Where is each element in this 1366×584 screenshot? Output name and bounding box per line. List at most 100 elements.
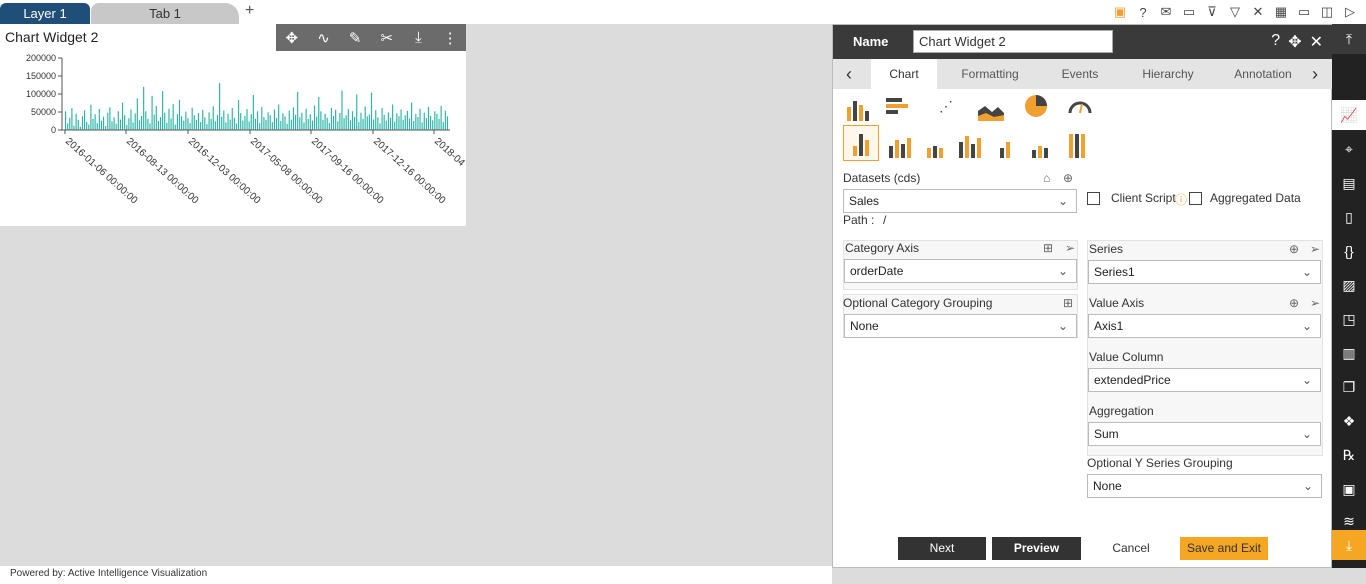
chart-bar[interactable] [354, 117, 356, 130]
edit-icon[interactable]: ✎ [344, 29, 366, 47]
chart-bar[interactable] [248, 121, 250, 130]
chart-bar[interactable] [166, 122, 168, 130]
chart-bar[interactable] [425, 118, 427, 130]
chart-bar[interactable] [117, 111, 119, 130]
chart-bar[interactable] [134, 113, 136, 130]
chart-bar[interactable] [235, 123, 238, 130]
chart-bar[interactable] [347, 109, 349, 130]
chart-bar[interactable] [73, 125, 75, 130]
collapse-up-icon[interactable]: ⤒ [1332, 24, 1366, 54]
gauge-chart-type-icon[interactable] [1065, 91, 1095, 121]
chart-bar[interactable] [254, 118, 257, 130]
aggregated-data-checkbox[interactable] [1189, 192, 1202, 205]
chart-bar[interactable] [244, 115, 246, 130]
pie-chart-type-icon[interactable] [1021, 91, 1051, 121]
chart-bar[interactable] [223, 110, 225, 130]
mixed-column-type-icon[interactable] [990, 128, 1020, 158]
chart-bar[interactable] [366, 116, 368, 130]
chart-bar[interactable] [140, 115, 143, 130]
chart-bar[interactable] [238, 100, 240, 130]
scatter-chart-type-icon[interactable]: ⋰ [931, 91, 961, 121]
chart-bar[interactable] [149, 123, 151, 130]
chart-bar[interactable] [328, 123, 330, 130]
chart-bar[interactable] [349, 120, 351, 130]
filter-icon[interactable]: ▽ [1227, 4, 1243, 20]
map-icon[interactable]: ⌖ [1332, 134, 1366, 164]
hierarchy-icon[interactable]: ⊞ [1063, 296, 1073, 310]
image-icon[interactable]: ▨ [1332, 270, 1366, 300]
chart-bar[interactable] [193, 115, 195, 130]
clustered-column-type-icon[interactable] [920, 128, 950, 158]
chart-bar[interactable] [442, 122, 444, 130]
chart-bar[interactable] [427, 106, 430, 130]
add-series-icon[interactable]: ⊕ [1289, 242, 1299, 256]
chart-bar[interactable] [318, 96, 320, 130]
chart-bar[interactable] [259, 123, 261, 130]
save-and-exit-button[interactable]: Save and Exit [1180, 537, 1268, 560]
help-icon[interactable]: ? [1135, 4, 1151, 20]
chart-bar[interactable] [252, 95, 254, 130]
bar-chart-type-icon[interactable] [886, 91, 916, 121]
document-icon[interactable]: ▯ [1332, 202, 1366, 232]
chart-bar[interactable] [115, 123, 117, 130]
chart-bar[interactable] [185, 111, 187, 130]
chart-bar[interactable] [138, 120, 141, 130]
tab-layer-1[interactable]: Layer 1 [0, 3, 90, 24]
filter-clear-icon[interactable]: ⊽ [1204, 4, 1220, 20]
chart-bar[interactable] [432, 120, 434, 130]
chart-bar[interactable] [301, 112, 303, 130]
chart-bar[interactable] [364, 106, 366, 130]
move-icon[interactable]: ✥ [281, 29, 303, 47]
chart-bar[interactable] [282, 113, 284, 130]
chart-bar[interactable] [307, 118, 309, 130]
save-icon[interactable]: ▣ [1112, 4, 1128, 20]
chart-bar[interactable] [288, 110, 290, 130]
download-icon[interactable]: ⤓ [407, 29, 429, 46]
more-icon[interactable]: ⋮ [439, 29, 461, 47]
chart-bar[interactable] [265, 119, 267, 130]
code-icon[interactable]: {} [1332, 236, 1366, 266]
chart-bar[interactable] [330, 108, 333, 130]
hierarchy-icon[interactable]: ⊞ [1043, 241, 1053, 255]
chart-bar[interactable] [65, 111, 67, 130]
tab-annotation[interactable]: Annotation [1225, 59, 1301, 89]
chart-bar[interactable] [147, 118, 149, 130]
chart-bar[interactable] [206, 124, 208, 130]
chart-bar[interactable] [387, 112, 389, 130]
chart-bar[interactable] [246, 109, 248, 130]
chart-bar[interactable] [83, 110, 86, 130]
chart-bar[interactable] [379, 123, 381, 130]
chart-bar[interactable] [100, 120, 103, 130]
chart-bar[interactable] [404, 115, 406, 130]
move-icon[interactable]: ✥ [1288, 32, 1301, 52]
chart-bar[interactable] [316, 116, 318, 130]
chart-bar[interactable] [415, 114, 417, 130]
chart-bar[interactable] [370, 92, 373, 130]
client-script-checkbox[interactable] [1087, 192, 1100, 205]
chart-bar[interactable] [102, 116, 105, 130]
download-icon[interactable]: ⤓ [1332, 530, 1366, 560]
category-axis-select[interactable]: orderDate ⌄ [844, 259, 1077, 283]
chart-bar[interactable] [290, 119, 292, 130]
chart-bar[interactable] [164, 112, 166, 130]
chart-bar[interactable] [381, 108, 383, 130]
chart-bar[interactable] [233, 117, 235, 130]
optional-y-select[interactable]: None ⌄ [1087, 474, 1322, 498]
chart-bar[interactable] [69, 117, 71, 130]
chart-bar[interactable] [303, 122, 305, 130]
chart-bar[interactable] [299, 117, 301, 130]
chart-bar[interactable] [77, 119, 79, 130]
chart-bar[interactable] [155, 105, 157, 130]
chart-bar[interactable] [360, 112, 362, 130]
chart-bar[interactable] [172, 104, 174, 130]
navigate-icon[interactable]: ➢ [1065, 241, 1075, 255]
chart-bar[interactable] [240, 113, 242, 130]
chart-bar[interactable] [145, 111, 147, 130]
chart-bar[interactable] [202, 109, 204, 130]
chart-bar[interactable] [341, 90, 343, 130]
chart-bar[interactable] [121, 102, 124, 130]
link-icon[interactable]: ∿ [312, 29, 334, 47]
chart-bar[interactable] [375, 110, 377, 130]
copy-icon[interactable]: ❐ [1332, 372, 1366, 402]
mail-icon[interactable]: ✉ [1158, 4, 1174, 20]
